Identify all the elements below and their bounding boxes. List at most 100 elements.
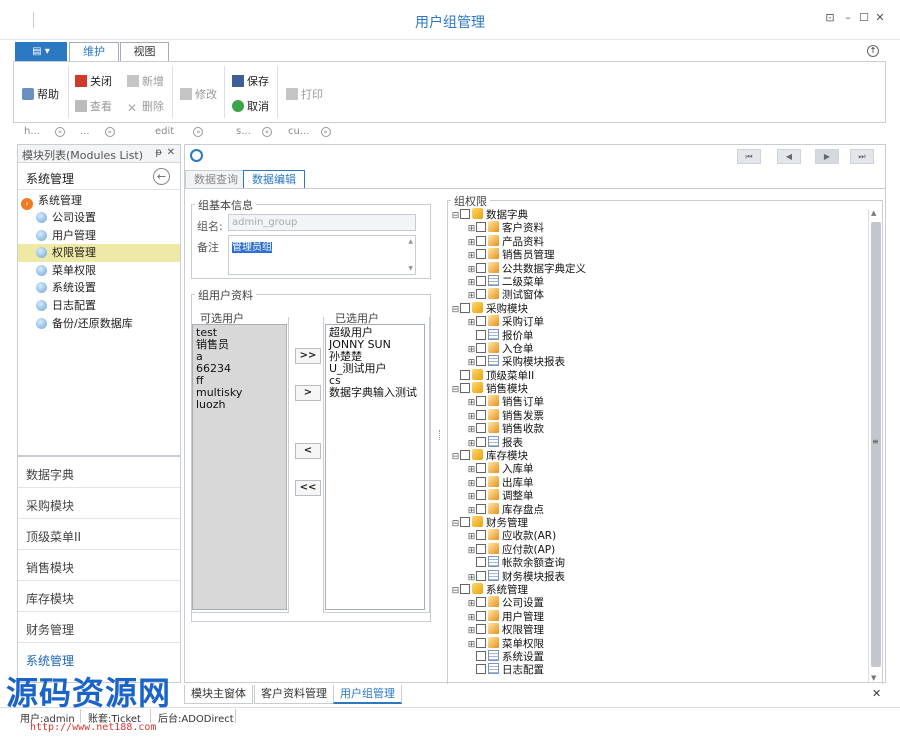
tab-maintain[interactable]: 维护 bbox=[69, 42, 119, 62]
restore-layout-icon[interactable]: ⊡ bbox=[823, 11, 837, 25]
nav-group-purchase[interactable]: 采购模块 bbox=[18, 487, 180, 518]
permission-checkbox[interactable] bbox=[476, 262, 486, 273]
permission-node[interactable]: ⊟ 数据字典 bbox=[451, 208, 866, 221]
tab-data-edit[interactable]: 数据编辑 bbox=[243, 170, 305, 189]
permission-node[interactable]: ⊞ 用户管理 bbox=[451, 609, 866, 623]
permission-checkbox[interactable] bbox=[476, 222, 486, 233]
nav-group-top-menu[interactable]: 顶级菜单II bbox=[18, 518, 180, 549]
tab-data-query[interactable]: 数据查询 bbox=[185, 170, 247, 189]
group-expand-icon[interactable]: » bbox=[261, 127, 272, 137]
pin-icon[interactable]: ᵽ bbox=[155, 147, 162, 158]
permission-node[interactable]: ⊞ 入库单 bbox=[451, 462, 866, 475]
list-item[interactable]: 数据字典输入测试 bbox=[329, 387, 421, 399]
collapse-icon[interactable]: ⊟ bbox=[451, 210, 460, 223]
permission-node[interactable]: ⊟ 采购模块 bbox=[451, 301, 866, 315]
permissions-tree[interactable]: ⊟ 数据字典 ⊞ 客户资料 ⊞ 产品资料 ⊞ 销售员管理 ⊞ 公共数据字典定义 ⊞ 二级菜单 ⊞ 测试窗体… bbox=[451, 208, 866, 682]
permission-checkbox[interactable] bbox=[476, 664, 486, 675]
permission-node[interactable]: ⊞ 销售收款 bbox=[451, 422, 866, 435]
permission-checkbox[interactable] bbox=[476, 289, 486, 300]
note-textarea[interactable]: 管理员组 ▲ ▼ bbox=[228, 235, 416, 275]
permission-checkbox[interactable] bbox=[460, 583, 470, 594]
permission-checkbox[interactable] bbox=[476, 436, 486, 447]
group-expand-icon[interactable]: » bbox=[55, 127, 66, 137]
permission-node[interactable]: ⊞ 销售员管理 bbox=[451, 248, 866, 261]
permission-checkbox[interactable] bbox=[476, 235, 486, 246]
permission-checkbox[interactable] bbox=[476, 570, 486, 581]
permission-checkbox[interactable] bbox=[476, 396, 486, 407]
permission-node[interactable]: ⊞ 应付款(AP) bbox=[451, 542, 866, 556]
delete-button[interactable]: ✕ 删除 bbox=[127, 98, 164, 114]
permission-checkbox[interactable] bbox=[476, 249, 486, 260]
tree-item-log-config[interactable]: 日志配置 bbox=[18, 297, 180, 315]
permission-checkbox[interactable] bbox=[476, 637, 486, 648]
cancel-button[interactable]: 取消 bbox=[232, 98, 269, 114]
splitter-handle[interactable] bbox=[439, 430, 441, 440]
permission-checkbox[interactable] bbox=[460, 383, 470, 394]
tree-item-backup[interactable]: 备份/还原数据库 bbox=[18, 315, 180, 333]
prev-record-icon[interactable]: ◀ bbox=[777, 149, 801, 164]
permission-checkbox[interactable] bbox=[460, 369, 470, 380]
permission-node[interactable]: ⊞ 客户资料 bbox=[451, 221, 866, 234]
permission-checkbox[interactable] bbox=[476, 557, 486, 568]
group-name-input[interactable]: admin_group bbox=[228, 214, 416, 231]
close-tab-icon[interactable]: ✕ bbox=[872, 687, 881, 700]
permission-node[interactable]: 日志配置 bbox=[451, 663, 866, 676]
tab-module-main[interactable]: 模块主窗体 bbox=[184, 685, 253, 704]
permission-checkbox[interactable] bbox=[476, 275, 486, 286]
permission-checkbox[interactable] bbox=[476, 316, 486, 327]
permission-checkbox[interactable] bbox=[460, 450, 470, 461]
list-item[interactable]: 销售员 bbox=[196, 339, 283, 351]
list-item[interactable]: 66234 bbox=[196, 363, 283, 375]
tab-user-group[interactable]: 用户组管理 bbox=[333, 685, 402, 704]
last-record-icon[interactable]: ⏭ bbox=[850, 149, 874, 164]
permission-checkbox[interactable] bbox=[476, 463, 486, 474]
next-record-icon[interactable]: ▶ bbox=[815, 149, 839, 164]
permission-checkbox[interactable] bbox=[476, 624, 486, 635]
permission-node[interactable]: ⊞ 出库单 bbox=[451, 475, 866, 489]
tree-item-permissions[interactable]: 权限管理 bbox=[18, 244, 180, 262]
tab-customer[interactable]: 客户资料管理 bbox=[254, 685, 334, 704]
collapse-icon[interactable]: ⊟ bbox=[451, 451, 460, 464]
print-button[interactable]: 打印 bbox=[286, 86, 323, 102]
permission-node[interactable]: ⊞ 入仓单 bbox=[451, 341, 866, 355]
permission-checkbox[interactable] bbox=[476, 650, 486, 661]
tree-root-system[interactable]: › 系统管理 bbox=[18, 192, 180, 210]
maximize-button[interactable]: ☐ bbox=[857, 11, 871, 25]
permission-node[interactable]: ⊞ 库存盘点 bbox=[451, 502, 866, 516]
permission-checkbox[interactable] bbox=[476, 356, 486, 367]
nav-group-dictionary[interactable]: 数据字典 bbox=[18, 455, 180, 486]
permission-checkbox[interactable] bbox=[476, 543, 486, 554]
collapse-ribbon-icon[interactable]: ↑ bbox=[867, 45, 879, 57]
permission-node[interactable]: ⊞ 公共数据字典定义 bbox=[451, 261, 866, 275]
nav-group-inventory[interactable]: 库存模块 bbox=[18, 580, 180, 611]
close-panel-icon[interactable]: ✕ bbox=[167, 147, 175, 158]
permission-checkbox[interactable] bbox=[476, 423, 486, 434]
tree-item-menu-permissions[interactable]: 菜单权限 bbox=[18, 262, 180, 280]
permission-node[interactable]: 顶级菜单II bbox=[451, 368, 866, 382]
permissions-scrollbar[interactable]: ▲ ≡ ▼ bbox=[868, 209, 882, 682]
permission-checkbox[interactable] bbox=[476, 610, 486, 621]
permission-checkbox[interactable] bbox=[460, 302, 470, 313]
permission-node[interactable]: ⊟ 系统管理 bbox=[451, 582, 866, 596]
first-record-icon[interactable]: ⏮ bbox=[737, 149, 761, 164]
group-expand-icon[interactable]: » bbox=[320, 127, 331, 137]
add-button[interactable]: > bbox=[295, 385, 321, 401]
permission-node[interactable]: ⊟ 财务管理 bbox=[451, 515, 866, 529]
permission-node[interactable]: ⊞ 菜单权限 bbox=[451, 636, 866, 650]
permission-node[interactable]: ⊞ 销售发票 bbox=[451, 408, 866, 422]
close-window-button[interactable]: ✕ bbox=[873, 11, 887, 25]
permission-checkbox[interactable] bbox=[460, 516, 470, 527]
close-button[interactable]: 关闭 bbox=[75, 73, 112, 89]
group-expand-icon[interactable]: » bbox=[193, 127, 204, 137]
remove-button[interactable]: < bbox=[295, 443, 321, 459]
permission-node[interactable]: ⊞ 权限管理 bbox=[451, 623, 866, 636]
permission-node[interactable]: ⊞ 产品资料 bbox=[451, 234, 866, 248]
permission-node[interactable]: ⊟ 销售模块 bbox=[451, 382, 866, 395]
scroll-down-icon[interactable]: ▼ bbox=[871, 674, 876, 682]
list-item[interactable]: luozh bbox=[196, 399, 283, 411]
save-button[interactable]: 保存 bbox=[232, 73, 269, 89]
permission-node[interactable]: ⊞ 报表 bbox=[451, 435, 866, 449]
remove-all-button[interactable]: << bbox=[295, 480, 321, 496]
permission-node[interactable]: ⊞ 销售订单 bbox=[451, 395, 866, 408]
minimize-button[interactable]: – bbox=[841, 11, 855, 25]
